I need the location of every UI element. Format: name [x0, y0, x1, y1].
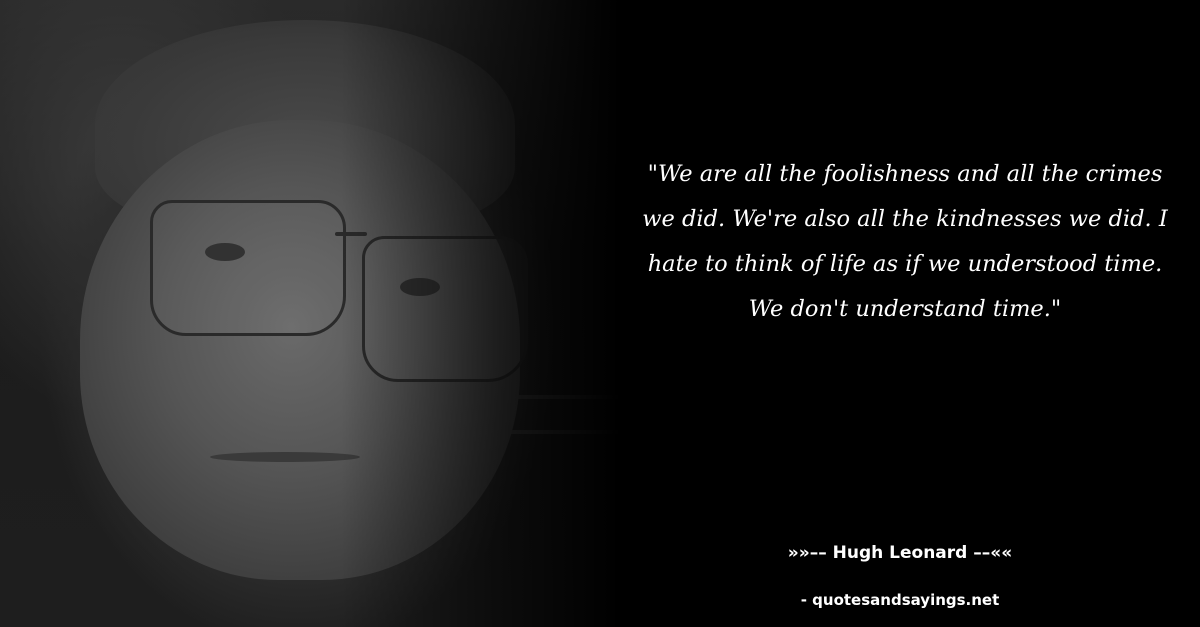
quote-card: "We are all the foolishness and all the …: [0, 0, 1200, 627]
quote-text: "We are all the foolishness and all the …: [642, 161, 1168, 322]
photo-fade-overlay: [0, 0, 620, 627]
source-watermark: - quotesandsayings.net: [800, 591, 1000, 609]
author-attribution: »»–– Hugh Leonard ––««: [787, 543, 1013, 563]
author-portrait-photo: [0, 0, 620, 627]
